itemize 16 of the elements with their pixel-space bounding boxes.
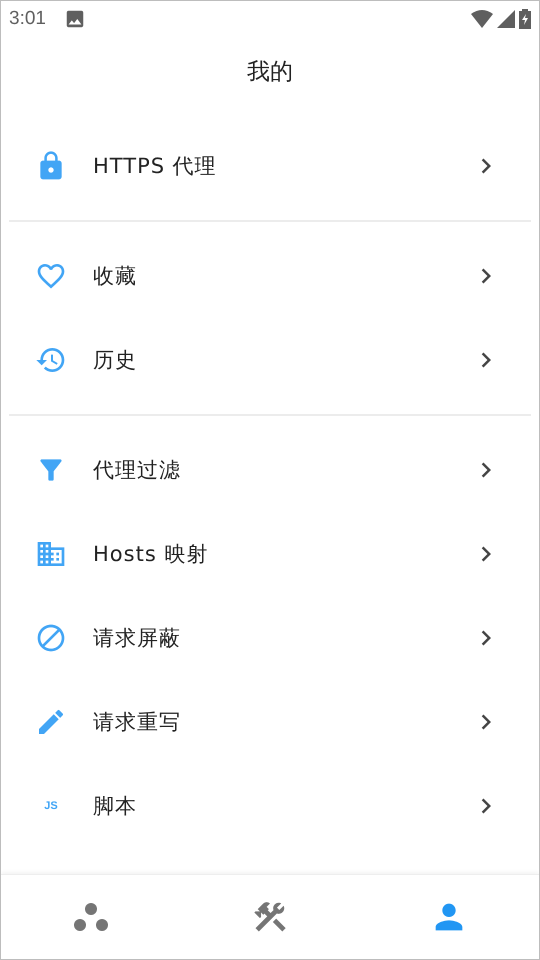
js-icon: JS xyxy=(44,800,58,812)
wifi-icon xyxy=(471,10,493,28)
page-title: 我的 xyxy=(247,58,293,86)
menu-item-label[interactable]: 历史 xyxy=(93,346,137,374)
menu-item-label[interactable]: HTTPS 代理 xyxy=(93,152,217,180)
menu-item-label[interactable]: 收藏 xyxy=(93,262,137,290)
menu-item-label[interactable]: Hosts 映射 xyxy=(93,540,208,568)
menu-item-label[interactable]: 代理过滤 xyxy=(93,456,181,484)
menu-item-label[interactable]: 脚本 xyxy=(93,792,137,820)
menu-item-label[interactable]: 请求屏蔽 xyxy=(93,624,181,652)
battery-icon xyxy=(519,8,531,28)
signal-icon xyxy=(497,10,515,28)
block-icon xyxy=(35,622,67,654)
circles-icon xyxy=(72,902,109,932)
status-time: 3:01 xyxy=(9,8,46,30)
menu-item-label[interactable]: 请求重写 xyxy=(93,708,181,736)
